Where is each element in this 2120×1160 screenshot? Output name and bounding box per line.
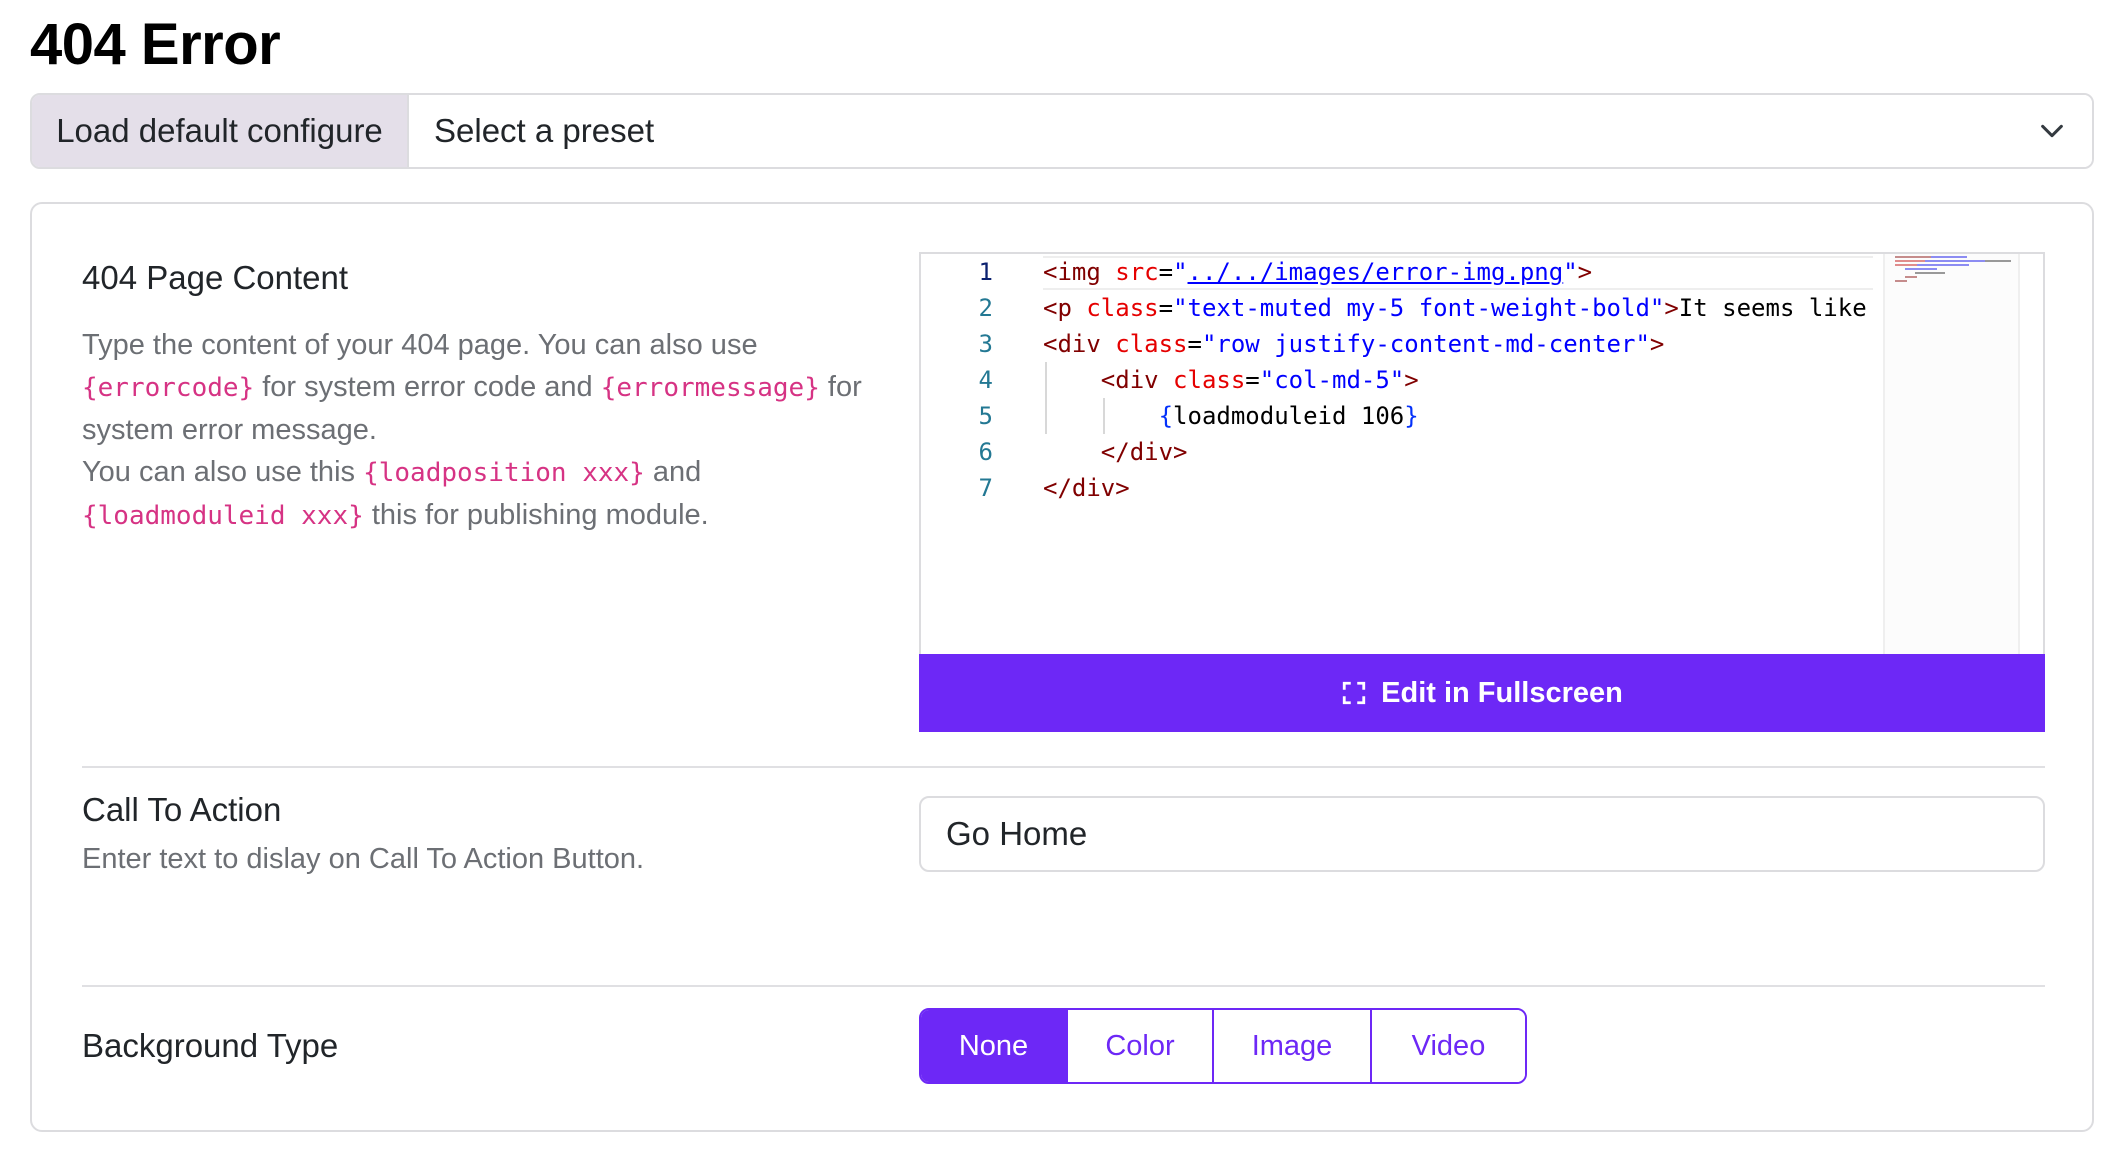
content-section-title: 404 Page Content — [82, 259, 349, 296]
desc-text: Type the content of your 404 page. You c… — [82, 329, 758, 361]
minimap-line — [1905, 268, 1937, 270]
desc-text: this for publishing module. — [363, 499, 709, 531]
cta-section-title: Call To Action — [82, 791, 282, 828]
code-area[interactable]: <img src="../../images/error-img.png"> <… — [1043, 254, 1873, 654]
line-number: 4 — [978, 366, 993, 394]
errormessage-token: {errormessage} — [600, 373, 820, 403]
minimap-line — [1915, 272, 1945, 274]
minimap-line — [1895, 256, 1931, 258]
desc-text: You can also use this — [82, 456, 364, 488]
minimap-line — [1925, 260, 1985, 262]
fullscreen-icon — [1342, 681, 1366, 705]
desc-text: and — [644, 456, 702, 488]
code-editor[interactable]: 1 2 3 4 5 6 7 <img src="../../images/err… — [919, 252, 2045, 654]
minimap-line — [1905, 276, 1917, 278]
background-image-button[interactable]: Image — [1214, 1010, 1372, 1082]
background-video-button[interactable]: Video — [1372, 1010, 1525, 1082]
code-line-5: {loadmoduleid 106} — [1158, 402, 1419, 430]
code-line-1: <img src="../../images/error-img.png"> — [1043, 258, 1593, 286]
chevron-down-icon — [2041, 124, 2063, 138]
background-section-title: Background Type — [82, 1027, 339, 1064]
preset-select[interactable]: Select a preset — [409, 95, 2092, 167]
settings-card: 404 Page Content Type the content of you… — [30, 202, 2094, 1132]
line-number: 7 — [978, 474, 993, 502]
section-divider — [82, 766, 2045, 768]
code-line-4: <div class="col-md-5"> — [1100, 366, 1419, 394]
cta-section-description: Enter text to dislay on Call To Action B… — [82, 843, 645, 875]
minimap-line — [1917, 264, 1969, 266]
background-color-button[interactable]: Color — [1068, 1010, 1214, 1082]
cta-text-input[interactable] — [919, 796, 2045, 872]
line-number: 2 — [978, 294, 993, 322]
minimap-line — [1985, 260, 2011, 262]
errorcode-token: {errorcode} — [82, 373, 255, 403]
code-line-7: </div> — [1043, 474, 1130, 502]
preset-bar: Load default configure Select a preset — [30, 93, 2094, 169]
edit-fullscreen-label: Edit in Fullscreen — [1381, 676, 1623, 709]
code-line-3: <div class="row justify-content-md-cente… — [1043, 330, 1665, 358]
line-number: 6 — [978, 438, 993, 466]
loadposition-token: {loadposition xxx} — [363, 458, 645, 488]
code-line-6: </div> — [1100, 438, 1188, 466]
load-default-config-button[interactable]: Load default configure — [32, 95, 409, 167]
minimap-line — [1895, 264, 1917, 266]
section-divider — [82, 985, 2045, 987]
background-type-selector: None Color Image Video — [919, 1008, 1527, 1084]
minimap-line — [1895, 280, 1907, 282]
line-number: 3 — [978, 330, 993, 358]
minimap-line — [1895, 260, 1925, 262]
background-none-button[interactable]: None — [921, 1010, 1068, 1082]
editor-scrollbar[interactable] — [2018, 254, 2043, 654]
page-title: 404 Error — [30, 12, 281, 77]
desc-text: for system error code and — [254, 371, 601, 403]
minimap-line — [1931, 256, 1967, 258]
code-line-2: <p class="text-muted my-5 font-weight-bo… — [1043, 294, 1867, 322]
preset-select-label: Select a preset — [434, 112, 655, 149]
line-number: 5 — [978, 402, 993, 430]
loadmoduleid-token: {loadmoduleid xxx} — [82, 501, 364, 531]
edit-fullscreen-button[interactable]: Edit in Fullscreen — [919, 654, 2045, 732]
editor-minimap[interactable] — [1883, 254, 2018, 654]
line-number-gutter: 1 2 3 4 5 6 7 — [921, 254, 1011, 654]
line-number: 1 — [978, 258, 993, 286]
content-section-description: Type the content of your 404 page. You c… — [82, 324, 882, 537]
